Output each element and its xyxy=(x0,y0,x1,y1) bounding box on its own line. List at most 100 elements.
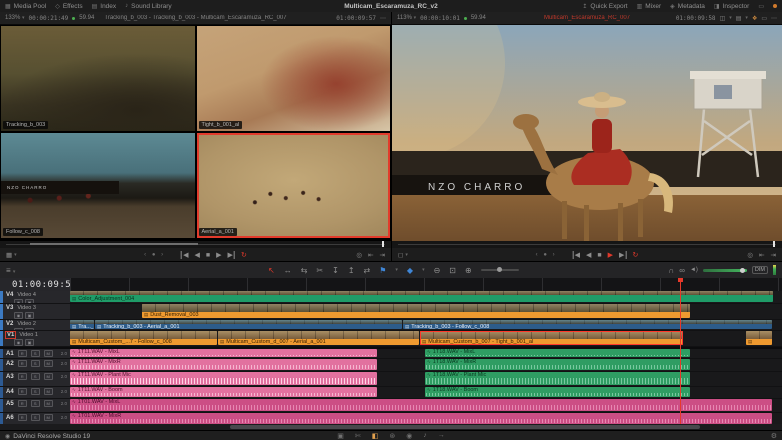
record-arm-toggle[interactable]: R xyxy=(18,360,27,367)
multicam-angle-follow[interactable]: NZO CHARRO Follow_c_008 xyxy=(1,133,195,238)
timeline-clip[interactable]: ▤Multicam_Custom_d_007 - Aerial_a_001 xyxy=(218,331,419,345)
track-header-a2[interactable]: A2RSM2.0 xyxy=(0,359,70,372)
match-frame-icon[interactable]: ◎ xyxy=(747,251,753,259)
go-to-start-button[interactable]: ◀ xyxy=(181,251,188,259)
solo-toggle[interactable]: S xyxy=(31,414,40,421)
record-arm-toggle[interactable]: R xyxy=(18,388,27,395)
timeline-clip[interactable]: ∿1T01.WAV - MixL xyxy=(70,399,772,411)
source-zoom-select[interactable]: 133% ▾ xyxy=(5,15,25,21)
insert-clip-icon[interactable]: ↧ xyxy=(332,266,339,275)
step-back-button[interactable]: ◀ xyxy=(586,251,591,259)
index-button[interactable]: ▤ Index xyxy=(92,3,117,10)
expand-viewer-icon[interactable]: ▭ xyxy=(761,15,767,22)
track-lane-a2[interactable]: ∿1T11.WAV - MixR ∿1T18.WAV - MixR xyxy=(70,359,782,372)
go-to-end-button[interactable]: ▶ xyxy=(228,251,235,259)
overwrite-clip-icon[interactable]: ↥ xyxy=(348,266,355,275)
effects-button[interactable]: ◇ Effects xyxy=(55,3,82,10)
go-to-in-icon[interactable]: ⇤ xyxy=(368,251,373,259)
timeline-clip[interactable]: ▤Tracking_b_003 - Aerial_a_001 xyxy=(95,320,402,329)
track-lane-v2[interactable]: ▤Tra..._al▤Tracking_b_003 - Aerial_a_001… xyxy=(70,320,782,331)
timeline-clip[interactable]: ▤Tra..._al xyxy=(70,320,94,329)
track-id-v1[interactable]: V1 xyxy=(6,332,15,338)
save-still-icon[interactable]: ▤ xyxy=(736,15,742,22)
selection-mode-icon[interactable]: ↖ xyxy=(268,266,275,275)
source-more-icon[interactable]: ⋯ xyxy=(380,15,386,22)
marker-icon-caret[interactable]: ▾ xyxy=(422,267,425,273)
fusion-page-icon[interactable]: ⊛ xyxy=(389,432,395,440)
timeline-clip[interactable]: ∿1T18.WAV - MixL xyxy=(425,349,690,357)
jog-control[interactable]: ‹ ● › xyxy=(536,252,557,258)
razor-edit-icon[interactable]: ✂ xyxy=(316,266,323,275)
track-lane-v1[interactable]: ▤Multicam_Custom_...7 - Follow_c_008▤Mul… xyxy=(70,331,782,347)
timeline-clip[interactable]: ▤Multicam_Custom_...7 - Follow_c_008 xyxy=(70,331,217,345)
edit-page-icon[interactable]: ◧ xyxy=(372,432,379,440)
timeline-clip[interactable]: ∿1T11.WAV - Boom xyxy=(70,387,377,397)
multicam-angle-tracking[interactable]: Tracking_b_003 xyxy=(1,26,195,131)
track-lane-a1[interactable]: ∿1T11.WAV - MixL∿1T18.WAV - MixL xyxy=(70,349,782,359)
timeline-clip[interactable]: ▤Color_Adjustment_004 xyxy=(70,291,773,302)
source-clip-title[interactable]: Tracking_b_003 - Tracking_b_003 - Multic… xyxy=(104,15,286,21)
mute-toggle[interactable]: M xyxy=(44,388,53,395)
flag-icon-caret[interactable]: ▾ xyxy=(395,267,398,273)
media-page-icon[interactable]: ▣ xyxy=(337,432,344,440)
track-header-v3[interactable]: V3Video 3◉▣ xyxy=(0,304,70,320)
track-lane-a3[interactable]: ∿1T11.WAV - Plant Mic ∿1T18.WAV - Plant M… xyxy=(70,372,782,387)
source-scrubber[interactable] xyxy=(0,241,391,248)
source-scrub-playhead[interactable] xyxy=(382,241,384,247)
play-button[interactable]: ▶ xyxy=(608,251,613,259)
mixer-button[interactable]: ▥ Mixer xyxy=(637,3,662,10)
link-clips-icon[interactable]: ∞ xyxy=(679,266,685,275)
record-arm-toggle[interactable]: R xyxy=(18,373,27,380)
timeline-clip[interactable]: ∿1T01.WAV - MixR xyxy=(70,413,772,424)
solo-toggle[interactable]: S xyxy=(31,400,40,407)
track-id-v4[interactable]: V4 xyxy=(6,292,13,298)
solo-toggle[interactable]: S xyxy=(31,373,40,380)
track-id-v2[interactable]: V2 xyxy=(6,321,13,327)
timeline-timecode[interactable]: 01:00:09:58 xyxy=(12,280,77,290)
program-more-icon[interactable]: ⋯ xyxy=(771,15,777,22)
timeline-clip[interactable]: ∿1T18.WAV - Boom xyxy=(425,387,690,397)
timeline-clip[interactable]: ∿1T18.WAV - MixR xyxy=(425,359,690,370)
loop-button[interactable]: ↻ xyxy=(632,251,638,259)
zoom-full-icon[interactable]: ⊡ xyxy=(449,266,456,275)
track-id-a6[interactable]: A6 xyxy=(6,415,14,421)
track-id-a2[interactable]: A2 xyxy=(6,361,14,367)
auto-select-toggle[interactable]: ◉ xyxy=(14,312,23,319)
zoom-slider[interactable] xyxy=(481,269,519,271)
track-enable-toggle[interactable]: ▣ xyxy=(25,339,34,346)
timeline-clip[interactable]: ∿1T11.WAV - MixR xyxy=(70,359,377,370)
deliver-page-icon[interactable]: → xyxy=(438,432,445,440)
go-to-end-button[interactable]: ▶ xyxy=(619,251,626,259)
zoom-out-icon[interactable]: ⊖ xyxy=(434,266,441,275)
timeline-clip[interactable]: ▤ xyxy=(746,331,772,345)
track-header-v1[interactable]: V1Video 1◉▣ xyxy=(0,331,70,347)
track-header-v4[interactable]: V4Video 4◉▣ xyxy=(0,291,70,304)
volume-slider[interactable] xyxy=(703,269,747,272)
jog-control[interactable]: ‹ ● › xyxy=(144,252,165,258)
timeline-horizontal-scrollbar[interactable] xyxy=(230,425,700,429)
track-lane-a5[interactable]: ∿1T01.WAV - MixL xyxy=(70,399,782,413)
program-zoom-select[interactable]: 113% ▾ xyxy=(397,15,416,21)
timeline-clip[interactable]: ▤Tracking_b_003 - Follow_c_008 xyxy=(403,320,772,329)
mute-toggle[interactable]: M xyxy=(44,414,53,421)
track-header-v2[interactable]: V2Video 2◉▣ xyxy=(0,320,70,331)
track-lane-a4[interactable]: ∿1T11.WAV - Boom ∿1T18.WAV - Boom xyxy=(70,387,782,399)
stop-button[interactable]: ■ xyxy=(597,252,601,259)
mute-toggle[interactable]: M xyxy=(44,400,53,407)
track-id-a5[interactable]: A5 xyxy=(6,401,14,407)
go-to-out-icon[interactable]: ⇥ xyxy=(771,251,776,259)
go-to-in-icon[interactable]: ⇤ xyxy=(759,251,764,259)
metadata-button[interactable]: ◈ Metadata xyxy=(670,3,705,10)
timeline-clip[interactable]: ∿1T11.WAV - Plant Mic xyxy=(70,372,377,385)
cut-page-icon[interactable]: ✄ xyxy=(355,432,361,440)
quick-export-button[interactable]: ↥ Quick Export xyxy=(582,3,627,10)
track-lane-v3[interactable]: ▤Dust_Removal_003 xyxy=(70,304,782,320)
timeline-clip[interactable]: ▤Dust_Removal_003 xyxy=(142,304,690,318)
timeline-clip[interactable]: ∿1T18.WAV - Plant Mic xyxy=(425,372,690,385)
track-header-a6[interactable]: A6RSM2.0 xyxy=(0,413,70,424)
step-back-button[interactable]: ◀ xyxy=(195,251,200,259)
record-arm-toggle[interactable]: R xyxy=(18,414,27,421)
track-header-a1[interactable]: A1RSM2.0 xyxy=(0,349,70,359)
program-scrubber[interactable] xyxy=(392,241,782,248)
grid-view-icon[interactable]: ◫ xyxy=(720,15,726,22)
